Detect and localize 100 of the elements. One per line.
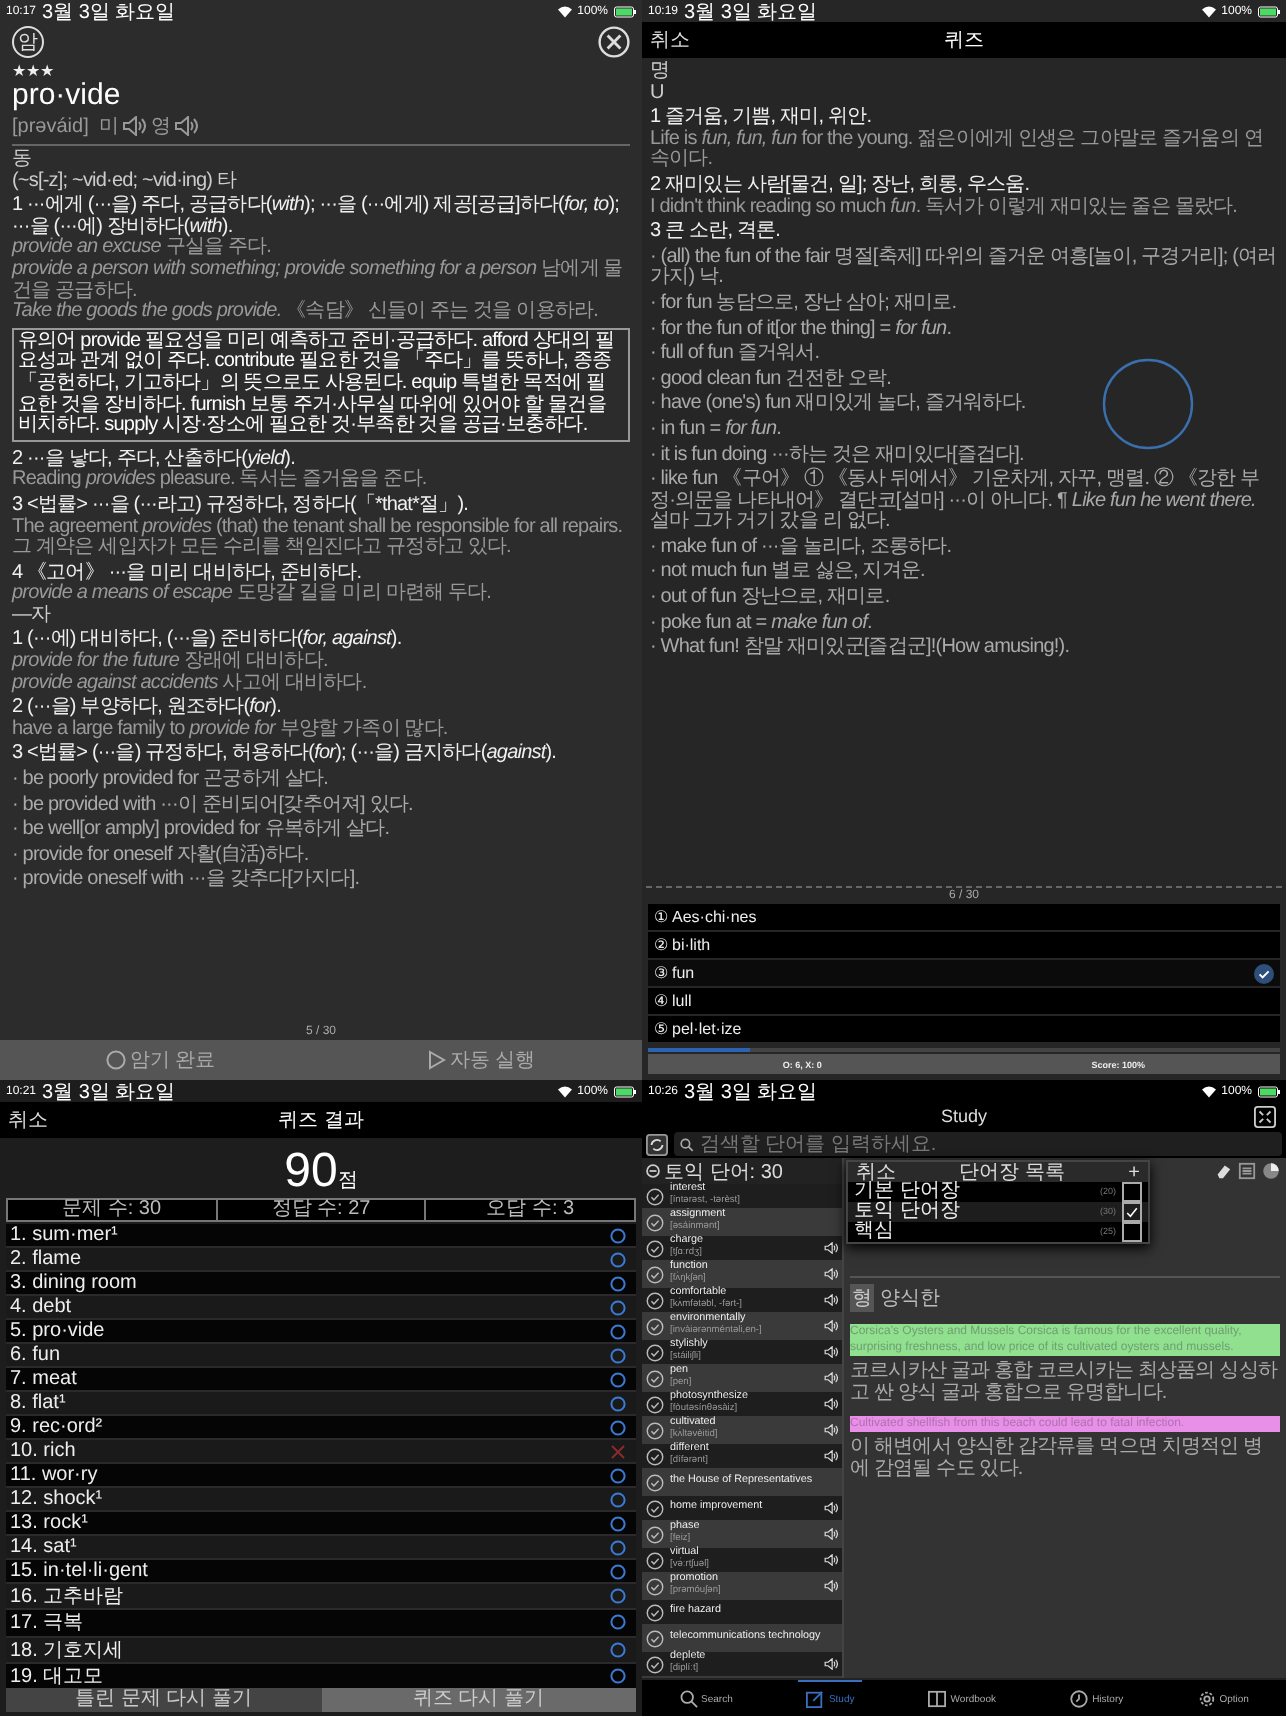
search-icon [679,1690,698,1708]
result-row[interactable]: 11. wor·ry [6,1464,636,1488]
definition-text: · make fun of ···을 놀리다, 조롱하다. [650,537,954,559]
pronunciation: [prəváid] [12,115,89,137]
definition-text: · good clean fun 건전한 오락. [650,369,893,391]
result-row[interactable]: 16. 고추바람 [6,1584,636,1611]
expand-icon[interactable] [1254,1105,1276,1127]
speaker-icon[interactable] [824,1502,838,1514]
close-icon[interactable] [598,26,630,58]
pie-icon[interactable] [1262,1162,1280,1180]
clock-icon [1070,1690,1089,1708]
answer-choice[interactable]: ⑤ pel·let·ize [648,1016,1280,1042]
check-circle-icon[interactable] [646,1369,664,1387]
result-row[interactable]: 9. rec·ord² [6,1416,636,1440]
check-circle-icon[interactable] [646,1525,664,1543]
definition-text: · in fun = for fun. [650,419,784,441]
result-row[interactable]: 2. flame [6,1248,636,1272]
speaker-icon[interactable] [824,1346,838,1358]
definition-text: Life is fun, fun, fun for the young. 젊은이에게 인생은 그야말로 즐거움의 연속이다. [650,129,1265,172]
list-icon[interactable] [1238,1162,1256,1180]
battery-icon [1258,5,1280,17]
definition-text: · poke fun at = make fun of. [650,613,874,635]
check-icon [1254,963,1274,983]
speaker-icon[interactable] [824,1424,838,1436]
audio-label: 영 [150,114,171,140]
minus-circle-icon[interactable] [646,1164,660,1178]
stat-cell: 정답 수: 27 [217,1200,427,1220]
result-row[interactable]: 14. sat¹ [6,1536,636,1560]
speaker-icon[interactable] [824,1658,838,1670]
star-icon: ★ [40,62,54,80]
definition-text: · not much fun 별로 싫은, 지겨운. [650,562,927,585]
check-circle-icon[interactable] [646,1499,664,1517]
definition-text: 동 [12,150,34,171]
screen-title: 퀴즈 [944,28,984,54]
settings-icon [1197,1690,1216,1708]
check-circle-icon[interactable] [646,1213,664,1231]
check-circle-icon[interactable] [646,1343,664,1361]
definition-text: · What fun! 참말 재미있군[즐겁군]!(How amusing!). [650,638,1072,660]
result-row[interactable]: 12. shock¹ [6,1488,636,1512]
definition-text: · provide for oneself 자활(自活)하다. [12,845,311,867]
result-word: 13. rock¹ [10,1512,88,1534]
check-circle-icon[interactable] [646,1187,664,1205]
result-row[interactable]: 10. rich [6,1440,636,1464]
check-circle-icon[interactable] [646,1395,664,1413]
result-row[interactable]: 15. in·tel·li·gent [6,1560,636,1584]
speaker-icon[interactable] [824,1528,838,1540]
result-row[interactable]: 18. 기호지세 [6,1637,636,1664]
add-button[interactable]: + [1128,1161,1140,1183]
answer-choice[interactable]: ④ lull [648,988,1280,1014]
speaker-icon[interactable] [824,1268,838,1280]
answer-choice[interactable]: ① Aes·chi·nes [648,904,1280,930]
check-circle-icon[interactable] [646,1317,664,1335]
check-circle-icon[interactable] [646,1421,664,1439]
checkbox[interactable] [1122,1222,1142,1242]
result-row[interactable]: 1. sum·mer¹ [6,1224,636,1248]
check-circle-icon[interactable] [646,1447,664,1465]
result-row[interactable]: 5. pro·vide [6,1320,636,1344]
result-row[interactable]: 7. meat [6,1368,636,1392]
check-circle-icon[interactable] [646,1239,664,1257]
screen-title: Study [940,1106,987,1126]
check-circle-icon[interactable] [646,1551,664,1569]
definition-text: I didn't think reading so much fun. 독서가 이렇게 재미있는 줄은 몰랐다. [650,197,1239,219]
speaker-icon[interactable] [824,1450,838,1462]
check-circle-icon[interactable] [646,1629,664,1647]
speaker-icon[interactable] [824,1580,838,1592]
answer-choice[interactable]: ② bi·lith [648,932,1280,958]
speaker-icon[interactable] [824,1398,838,1410]
result-row[interactable]: 13. rock¹ [6,1512,636,1536]
result-row[interactable]: 4. debt [6,1296,636,1320]
speaker-icon[interactable] [824,1372,838,1384]
refresh-icon[interactable] [646,1133,668,1155]
definition-text: provide a means of escape 도망갈 길을 미리 마련해 두다. [12,584,494,605]
speaker-icon[interactable] [174,116,199,136]
eraser-icon[interactable] [1214,1162,1232,1180]
speaker-icon[interactable] [824,1242,838,1254]
result-row[interactable]: 8. flat¹ [6,1392,636,1416]
check-circle-icon[interactable] [646,1291,664,1309]
check-circle-icon[interactable] [646,1655,664,1673]
stat-cell: 문제 수: 30 [8,1200,218,1220]
checkbox[interactable] [1122,1182,1142,1202]
speaker-icon[interactable] [824,1320,838,1332]
status-date: 3월 3일 화요일 [684,1080,818,1105]
result-word: 16. 고추바람 [10,1584,124,1611]
check-circle-icon[interactable] [646,1603,664,1621]
speaker-icon[interactable] [824,1294,838,1306]
check-circle-icon[interactable] [646,1473,664,1491]
checkbox[interactable] [1122,1202,1142,1222]
memorize-badge[interactable]: 암 [12,26,44,58]
answer-choice[interactable]: ③ fun [648,960,1280,986]
check-circle-icon[interactable] [646,1577,664,1595]
result-row[interactable]: 6. fun [6,1344,636,1368]
result-word: 5. pro·vide [10,1320,105,1342]
result-row[interactable]: 17. 극복 [6,1610,636,1638]
retry-button[interactable]: 틀린 문제 다시 풀기 [6,1688,321,1712]
cancel-button[interactable]: 취소 [650,26,690,54]
check-circle-icon[interactable] [646,1265,664,1283]
cancel-button[interactable]: 취소 [8,1106,48,1134]
result-row[interactable]: 3. dining room [6,1272,636,1296]
speaker-icon[interactable] [122,116,147,136]
speaker-icon[interactable] [824,1554,838,1566]
